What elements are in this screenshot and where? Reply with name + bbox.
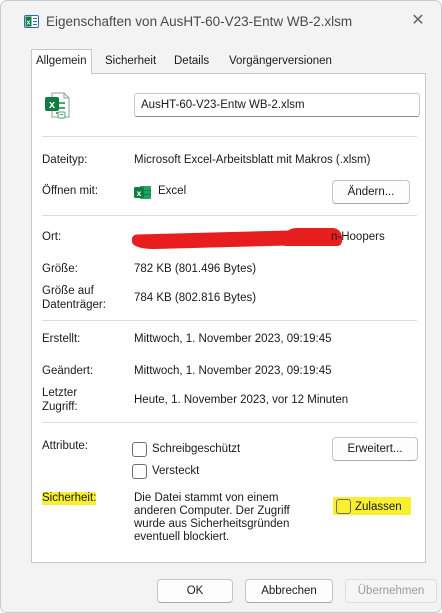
location-value: n-Hoopers xyxy=(331,231,385,243)
general-tab-panel: x Dateityp: Microsoft Excel-Arbeitsblatt… xyxy=(31,73,426,563)
svg-text:x: x xyxy=(137,188,142,198)
readonly-checkbox[interactable] xyxy=(132,442,147,457)
unblock-checkbox[interactable] xyxy=(336,499,351,514)
disk-size-label-line1: Größe auf xyxy=(42,285,94,297)
apply-button[interactable]: Übernehmen xyxy=(345,579,437,603)
properties-dialog: x Eigenschaften von AusHT-60-V23-Entw WB… xyxy=(0,0,442,613)
unblock-label: Zulassen xyxy=(355,501,402,513)
accessed-value: Heute, 1. November 2023, vor 12 Minuten xyxy=(134,394,349,406)
modified-value: Mittwoch, 1. November 2023, 09:19:45 xyxy=(134,365,332,377)
security-text-line2: anderen Computer. Der Zugriff xyxy=(134,505,290,517)
separator xyxy=(42,320,417,321)
svg-text:x: x xyxy=(49,99,56,111)
size-label: Größe: xyxy=(42,263,78,275)
tab-vorgaengerversionen[interactable]: Vorgängerversionen xyxy=(225,51,336,72)
accessed-label-line1: Letzter xyxy=(42,387,78,399)
size-value: 782 KB (801.496 Bytes) xyxy=(134,263,257,275)
tab-allgemein[interactable]: Allgemein xyxy=(31,49,92,74)
hidden-label: Versteckt xyxy=(152,465,200,477)
created-label: Erstellt: xyxy=(42,333,81,345)
file-type-label: Dateityp: xyxy=(42,154,88,166)
file-type-value: Microsoft Excel-Arbeitsblatt mit Makros … xyxy=(134,154,371,166)
readonly-label: Schreibgeschützt xyxy=(152,443,241,455)
close-icon[interactable]: ✕ xyxy=(395,1,441,39)
separator xyxy=(42,422,417,423)
excel-file-icon: x xyxy=(45,92,70,119)
change-button[interactable]: Ändern... xyxy=(332,180,410,204)
tab-details[interactable]: Details xyxy=(170,51,213,72)
opens-with-value: Excel xyxy=(158,185,187,197)
ok-button[interactable]: OK xyxy=(157,579,233,603)
cancel-button[interactable]: Abbrechen xyxy=(245,579,333,603)
hidden-checkbox[interactable] xyxy=(132,464,147,479)
window-title: Eigenschaften von AusHT-60-V23-Entw WB-2… xyxy=(46,14,353,29)
accessed-label-line2: Zugriff: xyxy=(42,401,78,413)
created-value: Mittwoch, 1. November 2023, 09:19:45 xyxy=(134,333,332,345)
security-label: Sicherheit: xyxy=(42,492,97,505)
tab-sicherheit[interactable]: Sicherheit xyxy=(101,51,160,72)
disk-size-value: 784 KB (802.816 Bytes) xyxy=(134,292,257,304)
excel-app-icon: x xyxy=(134,186,151,199)
separator xyxy=(42,215,417,216)
attributes-label: Attribute: xyxy=(42,440,89,452)
file-name-input[interactable] xyxy=(134,93,420,117)
opens-with-label: Öffnen mit: xyxy=(42,185,99,197)
excel-title-icon: x xyxy=(24,15,39,28)
security-text-line4: eventuell blockiert. xyxy=(134,531,230,543)
security-text-line3: wurde aus Sicherheitsgründen xyxy=(134,518,290,530)
advanced-button[interactable]: Erweitert... xyxy=(332,437,418,461)
svg-text:x: x xyxy=(27,20,31,27)
location-label: Ort: xyxy=(42,231,62,243)
modified-label: Geändert: xyxy=(42,365,94,377)
security-text-line1: Die Datei stammt von einem xyxy=(134,492,279,504)
disk-size-label-line2: Datenträger: xyxy=(42,299,106,311)
title-bar[interactable]: x Eigenschaften von AusHT-60-V23-Entw WB… xyxy=(1,1,441,43)
separator xyxy=(42,136,417,137)
